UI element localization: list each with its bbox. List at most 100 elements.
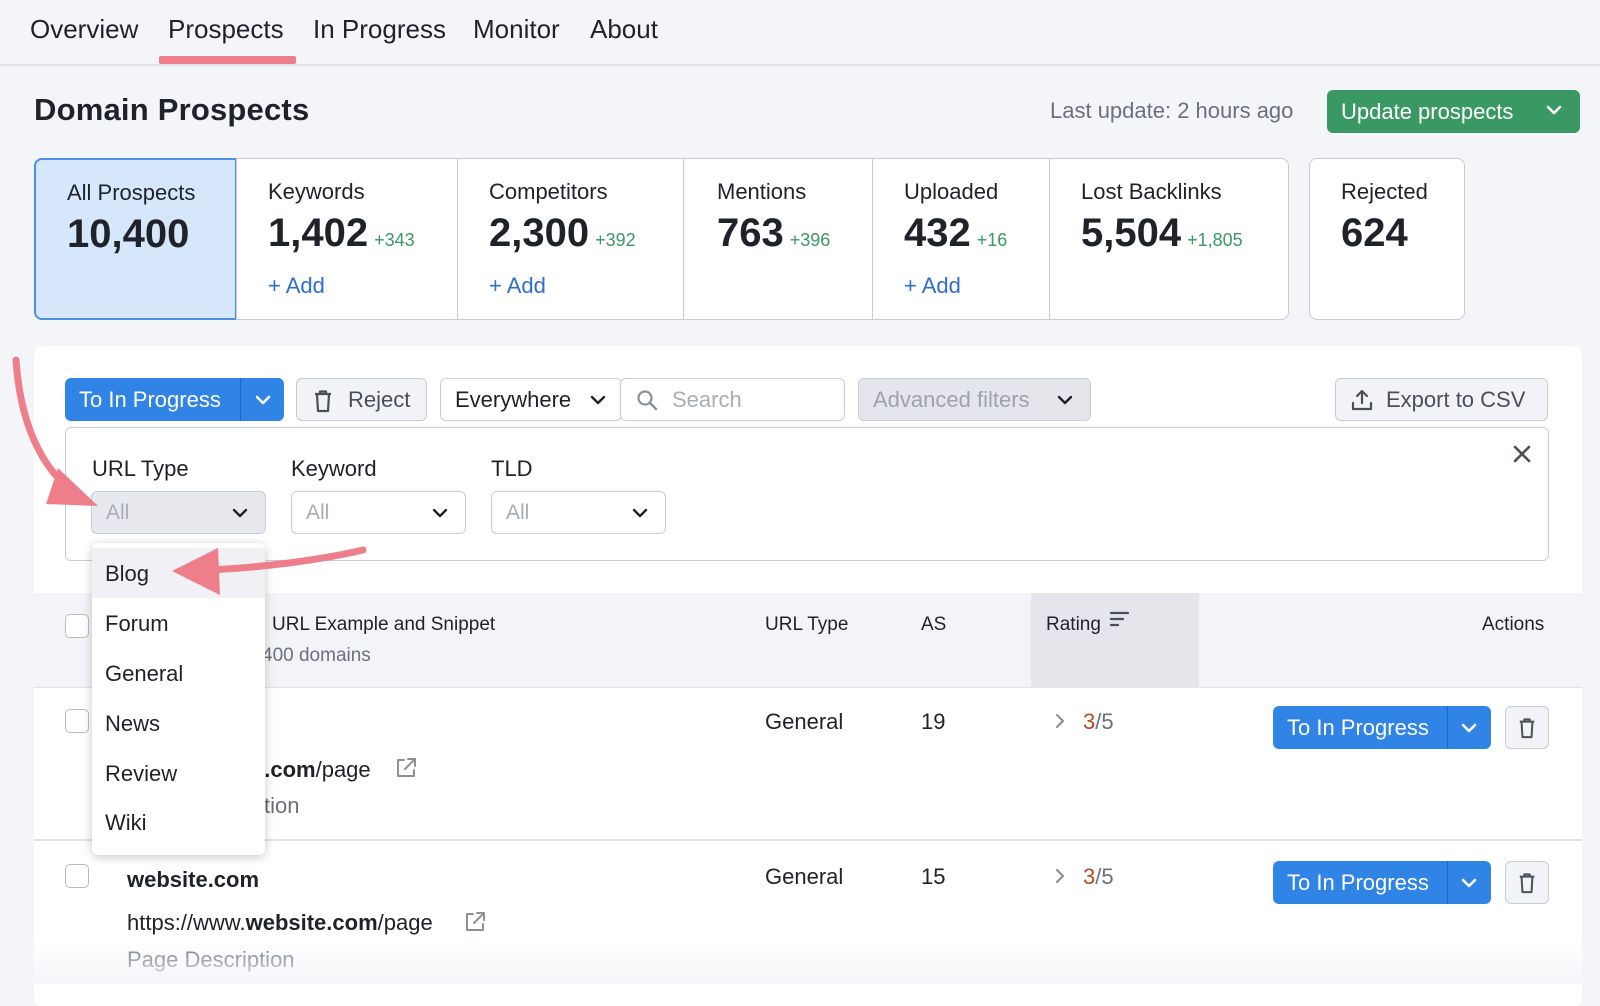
split-divider [1447,861,1448,904]
advanced-filters-label: Advanced filters [873,386,1030,412]
stat-card-rejected[interactable]: Rejected 624 [1309,158,1465,320]
row-url[interactable]: e.com/page [252,757,371,783]
update-prospects-button[interactable]: Update prospects [1327,90,1580,133]
close-icon[interactable] [1512,444,1532,464]
tld-filter-label: TLD [491,456,533,481]
row-domain: website.com [127,867,260,892]
stat-value: 10,400 [67,212,190,256]
stat-label: Rejected [1341,179,1428,204]
row-to-in-progress-button[interactable]: To In Progress [1287,715,1429,741]
row-delete-button[interactable] [1505,706,1549,749]
row-to-in-progress-button[interactable]: To In Progress [1287,870,1429,896]
menu-item-news[interactable]: News [105,711,160,737]
stat-delta: +396 [789,230,831,250]
export-csv-button[interactable]: Export to CSV [1335,378,1548,421]
column-header-as[interactable]: AS [921,614,946,636]
stat-card-uploaded[interactable]: Uploaded 432 +16 + Add [872,158,1050,320]
row-checkbox[interactable] [65,864,89,888]
stat-delta: +392 [595,230,636,250]
add-competitors-link[interactable]: + Add [489,273,546,299]
column-header-actions: Actions [1482,614,1545,635]
update-prospects-label: Update prospects [1341,98,1514,124]
row-description: Page Description [127,947,295,972]
stat-delta: +1,805 [1187,230,1243,250]
domains-count: 400 domains [262,645,371,666]
select-all-checkbox[interactable] [65,614,89,638]
tld-select[interactable]: All [491,491,666,534]
row-delete-button[interactable] [1505,861,1549,904]
row-url-type: General [765,709,844,734]
chevron-down-icon [1057,395,1073,405]
menu-item-review[interactable]: Review [105,761,177,787]
stat-card-all-prospects[interactable]: All Prospects 10,400 [34,158,237,320]
menu-item-wiki[interactable]: Wiki [105,810,147,836]
row-url-domain: website.com [245,910,378,935]
stat-card-competitors[interactable]: Competitors 2,300 +392 + Add [457,158,684,320]
stat-label: Mentions [717,179,807,204]
stat-value: 432 [904,211,971,255]
stat-label: Competitors [489,179,608,204]
stat-card-lost-backlinks[interactable]: Lost Backlinks 5,504 +1,805 [1049,158,1289,320]
chevron-down-icon[interactable] [1460,874,1478,892]
scope-select[interactable]: Everywhere [440,378,622,421]
chevron-down-icon [1546,105,1562,115]
chevron-down-icon [632,508,648,518]
stat-value-wrap: 2,300 +392 [489,211,636,256]
annotation-arrow-to-url-type [12,356,98,506]
row-as: 15 [921,864,946,889]
chevron-right-icon[interactable] [1053,866,1067,886]
tab-in-progress[interactable]: In Progress [313,14,446,45]
stat-delta: +343 [374,230,415,250]
tab-overview[interactable]: Overview [30,14,138,45]
tab-monitor[interactable]: Monitor [473,14,560,45]
row-url[interactable]: https://www.website.com/page [127,910,433,936]
advanced-filters-button[interactable]: Advanced filters [858,378,1091,421]
chevron-down-icon [432,508,448,518]
tab-prospects[interactable]: Prospects [168,14,284,45]
sort-icon[interactable] [1110,611,1130,629]
chevron-right-icon[interactable] [1053,711,1067,731]
search-input[interactable]: Search [620,378,845,421]
menu-item-forum[interactable]: Forum [105,611,169,637]
rating-value: 3 [1083,864,1096,889]
stat-card-mentions[interactable]: Mentions 763 +396 [683,158,873,320]
stat-value: 1,402 [268,211,369,255]
row-separator [34,839,1582,841]
chevron-down-icon[interactable] [1460,719,1478,737]
stat-label: Keywords [268,179,365,204]
external-link-icon[interactable] [394,756,418,780]
scope-value: Everywhere [455,386,572,412]
row-url-path: /page [315,757,371,782]
stat-value-wrap: 432 +16 [904,211,1007,256]
row-rating: 3/5 [1083,864,1114,890]
rating-column-header-bg [1031,593,1199,687]
row-url-path: /page [377,910,433,935]
page-title: Domain Prospects [34,92,310,127]
add-uploaded-link[interactable]: + Add [904,273,961,299]
column-header-url-type[interactable]: URL Type [765,614,848,636]
row-to-in-progress-split-button: To In Progress [1273,706,1491,749]
stat-value: 2,300 [489,211,590,255]
add-keywords-link[interactable]: + Add [268,273,325,299]
tab-about[interactable]: About [590,14,658,45]
row-checkbox[interactable] [65,709,89,733]
row-rating: 3/5 [1083,709,1114,735]
split-divider [1447,706,1448,749]
stat-value-wrap: 1,402 +343 [268,211,415,256]
search-icon [637,390,658,411]
row-url-prefix: https://www. [127,910,246,935]
row-to-in-progress-split-button: To In Progress [1273,861,1491,904]
row-as: 19 [921,709,946,734]
stat-label: Uploaded [904,179,999,204]
external-link-icon[interactable] [463,910,487,934]
last-update-text: Last update: 2 hours ago [1050,98,1294,123]
annotation-arrows [12,356,367,595]
stat-card-keywords[interactable]: Keywords 1,402 +343 + Add [236,158,458,320]
menu-item-general[interactable]: General [105,661,183,687]
annotation-arrow-to-blog [172,546,367,595]
stat-delta: +16 [976,230,1008,250]
row-url-type: General [765,864,844,889]
stat-value: 624 [1341,211,1408,255]
tld-value: All [506,500,530,524]
column-header-rating[interactable]: Rating [1046,614,1101,636]
